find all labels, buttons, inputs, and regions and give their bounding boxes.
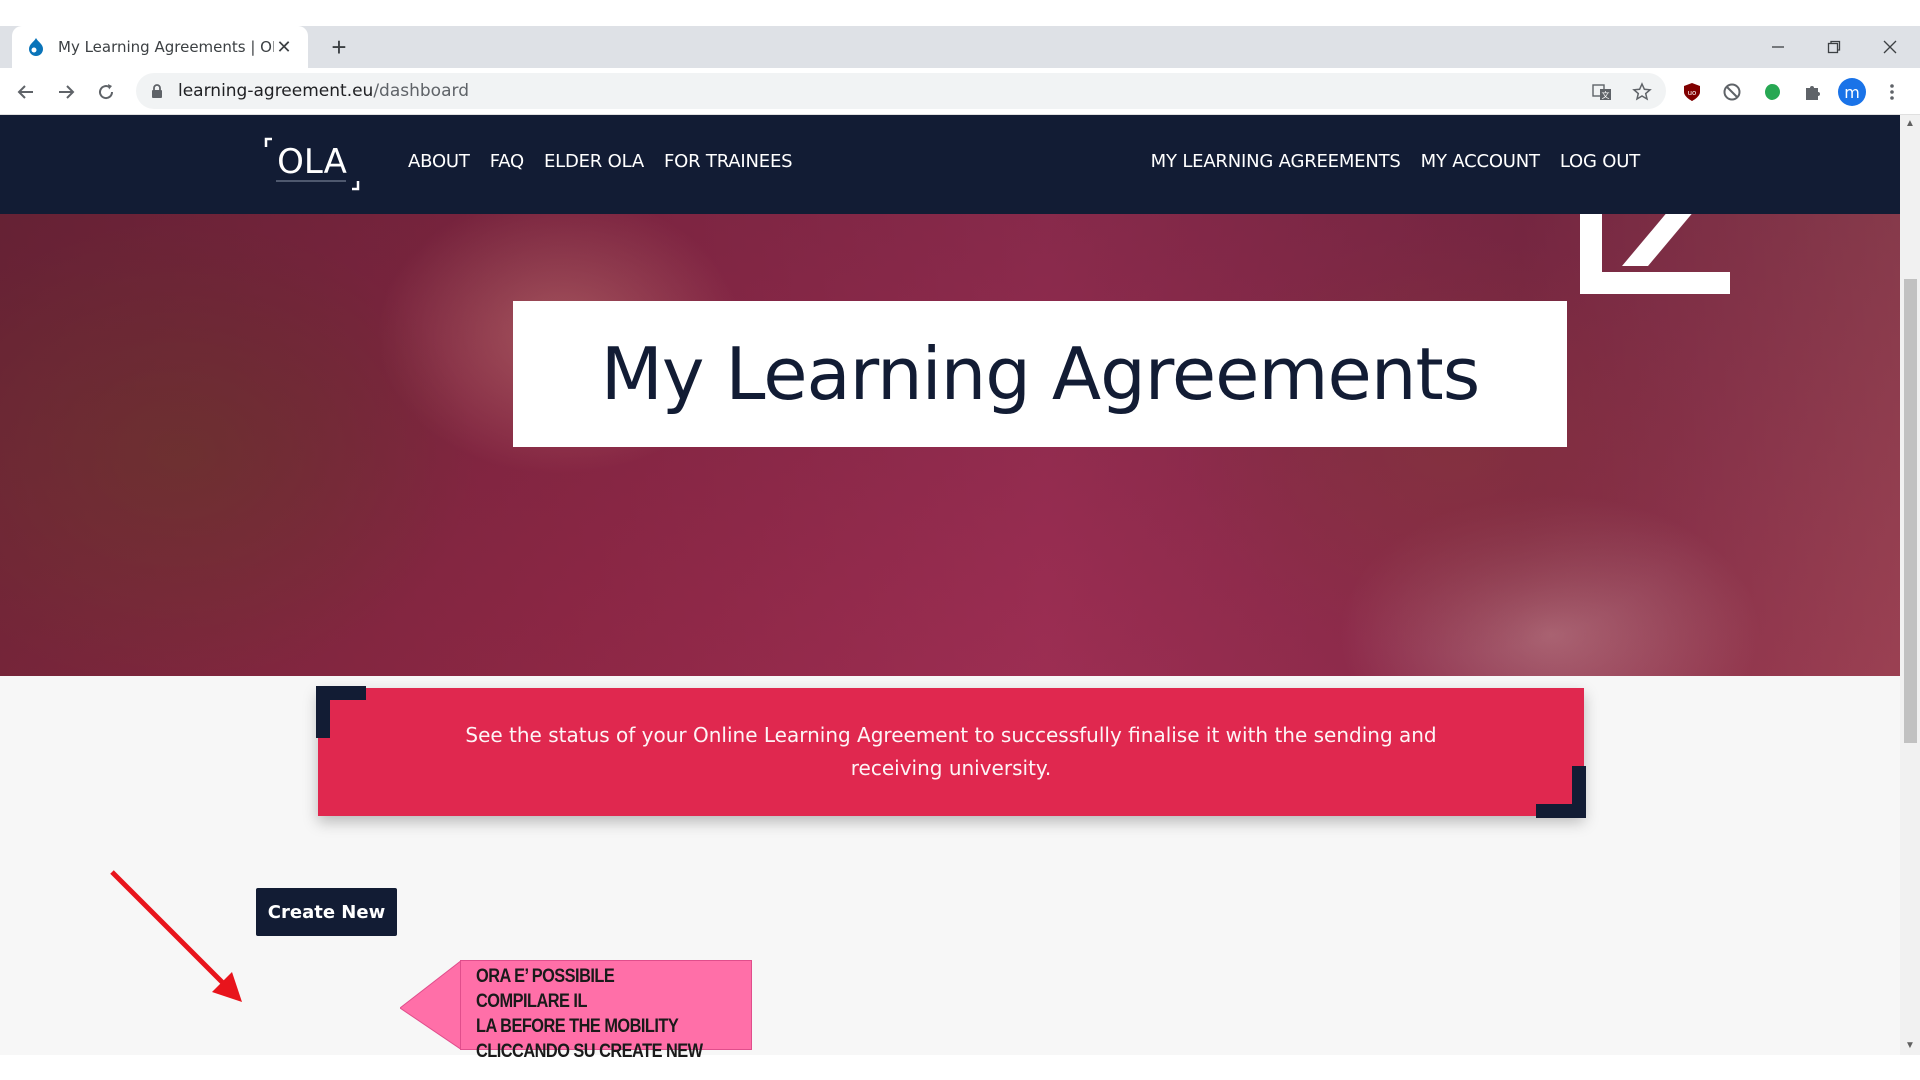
callout-text: ORA E’ POSSIBILE COMPILARE IL LA BEFORE …: [476, 964, 708, 1064]
profile-initial: m: [1838, 78, 1866, 106]
main-nav: ABOUT FAQ ELDER OLA FOR TRAINEES: [408, 151, 793, 172]
create-new-button[interactable]: Create New: [256, 888, 397, 936]
svg-text:uo: uo: [1688, 89, 1697, 97]
browser-toolbar: learning-agreement.eu/dashboard 文 uo m: [0, 68, 1920, 115]
banner-corner-bottom-right: [1536, 766, 1586, 818]
reload-icon[interactable]: [90, 76, 122, 108]
close-window-icon[interactable]: [1862, 26, 1918, 68]
nav-my-account[interactable]: MY ACCOUNT: [1421, 151, 1540, 172]
browser-menu-icon[interactable]: [1878, 78, 1906, 106]
block-icon[interactable]: [1718, 78, 1746, 106]
hero-title-box: My Learning Agreements: [513, 301, 1567, 447]
account-nav: MY LEARNING AGREEMENTS MY ACCOUNT LOG OU…: [1151, 151, 1641, 172]
nav-elder-ola[interactable]: ELDER OLA: [544, 151, 644, 172]
red-arrow-annotation: [110, 870, 242, 1002]
extensions-puzzle-icon[interactable]: [1798, 78, 1826, 106]
status-info-text: See the status of your Online Learning A…: [465, 723, 1437, 780]
page-scrollbar[interactable]: ▲ ▼: [1900, 115, 1920, 1055]
screen: My Learning Agreements | OLA ✕ + learnin…: [0, 0, 1920, 1080]
page-content: OLA ABOUT FAQ ELDER OLA FOR TRAINEES MY …: [0, 115, 1900, 1055]
lock-icon: [152, 84, 162, 98]
nav-for-trainees[interactable]: FOR TRAINEES: [664, 151, 793, 172]
callout-line: ORA E’ POSSIBILE COMPILARE IL: [476, 966, 615, 1012]
nav-my-learning-agreements[interactable]: MY LEARNING AGREEMENTS: [1151, 151, 1401, 172]
tab-close-icon[interactable]: ✕: [274, 37, 294, 58]
bookmark-star-icon[interactable]: [1628, 78, 1656, 106]
ola-logo[interactable]: OLA: [264, 137, 360, 191]
nav-about[interactable]: ABOUT: [408, 151, 470, 172]
scroll-up-arrow-icon[interactable]: ▲: [1905, 119, 1915, 129]
back-icon[interactable]: [10, 76, 42, 108]
callout-line: CLICCANDO SU CREATE NEW: [476, 1041, 703, 1062]
callout-line: LA BEFORE THE MOBILITY: [476, 1016, 679, 1037]
scrollbar-thumb[interactable]: [1904, 279, 1917, 743]
svg-text:文: 文: [1602, 90, 1610, 100]
address-bar[interactable]: learning-agreement.eu/dashboard: [136, 73, 1666, 109]
tab-title: My Learning Agreements | OLA: [58, 38, 274, 56]
ublock-shield-icon[interactable]: uo: [1678, 78, 1706, 106]
browser-tabstrip: My Learning Agreements | OLA ✕ +: [0, 26, 1920, 68]
browser-tab-active[interactable]: My Learning Agreements | OLA ✕: [12, 26, 308, 68]
status-info-banner: See the status of your Online Learning A…: [316, 686, 1586, 818]
minimize-icon[interactable]: [1750, 26, 1806, 68]
url-host: learning-agreement.eu: [178, 81, 374, 101]
translate-icon[interactable]: 文: [1588, 78, 1616, 106]
site-header: OLA ABOUT FAQ ELDER OLA FOR TRAINEES MY …: [0, 115, 1900, 214]
forward-icon[interactable]: [50, 76, 82, 108]
logo-text: OLA: [277, 142, 347, 182]
drupal-favicon-icon: [29, 38, 43, 56]
url-path: /dashboard: [373, 81, 469, 101]
restore-icon[interactable]: [1806, 26, 1862, 68]
nav-log-out[interactable]: LOG OUT: [1560, 151, 1640, 172]
page-title: My Learning Agreements: [600, 332, 1480, 416]
green-extension-icon[interactable]: [1758, 78, 1786, 106]
nav-faq[interactable]: FAQ: [490, 151, 524, 172]
profile-avatar[interactable]: m: [1838, 78, 1866, 106]
scroll-down-arrow-icon[interactable]: ▼: [1905, 1041, 1915, 1051]
banner-corner-top-left: [316, 686, 366, 738]
callout-pointer: [400, 960, 462, 1050]
hero-banner: My Learning Agreements: [0, 214, 1900, 676]
new-tab-icon[interactable]: +: [324, 32, 354, 62]
